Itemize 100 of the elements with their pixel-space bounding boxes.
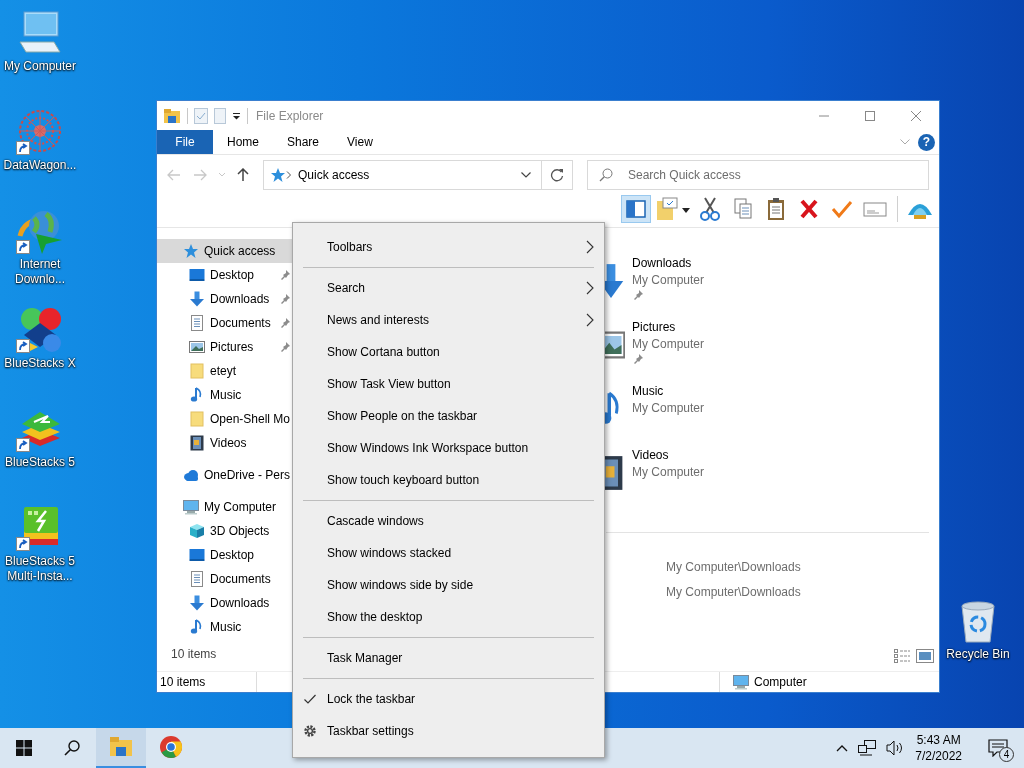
file-path: My Computer\Downloads <box>666 559 802 576</box>
chevron-right-icon <box>586 313 594 327</box>
thumbnail-view-icon[interactable] <box>916 649 934 663</box>
nav-item[interactable]: My Computer <box>157 495 293 519</box>
nav-item[interactable]: Pictures <box>157 335 293 359</box>
ribbon-tab[interactable]: View <box>333 130 387 154</box>
folder-icon[interactable] <box>163 107 181 124</box>
help-button[interactable]: ? <box>918 133 935 151</box>
maximize-button[interactable] <box>865 110 875 121</box>
file-menu-button[interactable]: File <box>157 130 213 154</box>
address-path: Quick access <box>298 168 371 182</box>
nav-item[interactable]: Quick access <box>157 239 293 263</box>
window-title: File Explorer <box>256 108 324 123</box>
folder-icon[interactable] <box>109 735 133 759</box>
desktop-icon-label[interactable]: Recycle Bin <box>946 647 1010 662</box>
shortcut-arrow-icon <box>16 438 30 452</box>
shortcut-arrow-icon <box>16 240 30 254</box>
chevron-right-icon <box>586 281 594 295</box>
folder-name[interactable]: Pictures <box>632 319 705 335</box>
film-icon <box>189 435 205 451</box>
monitor-icon <box>189 547 205 563</box>
nav-item[interactable]: 3D Objects <box>157 519 293 543</box>
menu-item[interactable]: Show Windows Ink Workspace button <box>293 432 604 464</box>
notification-badge: 4 <box>999 747 1014 762</box>
item-count: 10 items <box>170 647 218 663</box>
menu-item[interactable]: Show touch keyboard button <box>293 464 604 496</box>
status-text: 10 items <box>160 675 206 689</box>
nav-item[interactable]: Desktop <box>157 543 293 567</box>
clock-date[interactable]: 7/2/2022 <box>915 748 962 764</box>
details-view-icon[interactable] <box>894 649 910 663</box>
star-icon <box>183 243 199 259</box>
desktop-icon-label[interactable]: BlueStacks 5 <box>4 455 75 470</box>
shortcut-arrow-icon <box>16 537 30 551</box>
menu-item[interactable]: Toolbars <box>293 231 604 263</box>
menu-item[interactable]: Lock the taskbar <box>293 683 604 715</box>
notification-icon[interactable] <box>988 739 1008 757</box>
ribbon-tab[interactable]: Home <box>213 130 273 154</box>
folder-icon <box>189 411 205 427</box>
nav-item[interactable]: Documents <box>157 567 293 591</box>
windows-logo-icon[interactable] <box>16 740 32 756</box>
folder-name[interactable]: Downloads <box>632 255 705 271</box>
folder-name[interactable]: Music <box>632 383 705 399</box>
star-icon <box>270 167 286 183</box>
nav-item[interactable]: OneDrive - Pers <box>157 463 293 487</box>
checkmark-icon <box>303 692 317 706</box>
menu-item[interactable]: Show Cortana button <box>293 336 604 368</box>
folder-properties-icon[interactable] <box>654 195 692 223</box>
folder-icon <box>189 363 205 379</box>
chevron-right-icon <box>586 240 594 254</box>
cube-icon <box>189 523 205 539</box>
gear-icon <box>303 724 317 738</box>
nav-item[interactable]: Music <box>157 615 293 639</box>
desktop-icon-label[interactable]: My Computer <box>4 59 76 74</box>
down-arrow-icon <box>189 291 205 307</box>
cloud-icon <box>183 467 199 483</box>
nav-item[interactable]: Desktop <box>157 263 293 287</box>
folder-location: My Computer <box>632 400 705 416</box>
shortcut-arrow-icon <box>16 339 30 353</box>
dropdown-icon[interactable] <box>521 172 531 178</box>
nav-item[interactable]: Documents <box>157 311 293 335</box>
menu-item[interactable]: Show Task View button <box>293 368 604 400</box>
search-icon <box>599 168 613 182</box>
address-bar[interactable]: Quick access <box>263 160 573 190</box>
up-arrow-icon[interactable] <box>237 168 249 182</box>
file-path: My Computer\Downloads <box>666 584 802 601</box>
search-icon[interactable] <box>64 740 80 756</box>
menu-item[interactable]: Show the desktop <box>293 601 604 633</box>
computer-icon[interactable] <box>16 8 64 56</box>
recycle-bin-icon[interactable] <box>958 598 998 644</box>
dropdown-icon[interactable] <box>232 111 241 120</box>
down-arrow-icon <box>189 595 205 611</box>
checked-document-icon[interactable] <box>194 107 208 124</box>
nav-item[interactable]: Downloads <box>157 591 293 615</box>
pin-icon <box>279 341 291 353</box>
menu-item[interactable]: Task Manager <box>293 642 604 674</box>
shortcut-arrow-icon <box>16 141 30 155</box>
nav-item[interactable]: Videos <box>157 431 293 455</box>
ribbon-tab[interactable]: Share <box>273 130 334 154</box>
folder-location: My Computer <box>632 272 705 288</box>
search-field[interactable]: Search Quick access <box>587 160 929 190</box>
menu-item[interactable]: Taskbar settings <box>293 715 604 747</box>
browser-icon[interactable] <box>159 735 183 759</box>
close-button[interactable] <box>911 110 921 121</box>
refresh-icon[interactable] <box>550 168 564 182</box>
nav-item[interactable]: eteyt <box>157 359 293 383</box>
menu-item[interactable]: News and interests <box>293 304 604 336</box>
menu-item[interactable]: Show People on the taskbar <box>293 400 604 432</box>
nav-item[interactable]: Open-Shell Mo <box>157 407 293 431</box>
menu-item[interactable]: Cascade windows <box>293 505 604 537</box>
desktop-icon-label[interactable]: BlueStacks 5 Multi-Insta... <box>2 554 78 584</box>
menu-item[interactable]: Show windows stacked <box>293 537 604 569</box>
menu-item[interactable]: Search <box>293 272 604 304</box>
nav-item[interactable]: Music <box>157 383 293 407</box>
pane-icon[interactable] <box>621 195 651 223</box>
nav-item[interactable]: Downloads <box>157 287 293 311</box>
pin-icon <box>279 317 291 329</box>
clock-time[interactable]: 5:43 AM <box>916 732 961 748</box>
menu-item[interactable]: Show windows side by side <box>293 569 604 601</box>
folder-name[interactable]: Videos <box>632 447 705 463</box>
pin-icon <box>632 353 644 365</box>
